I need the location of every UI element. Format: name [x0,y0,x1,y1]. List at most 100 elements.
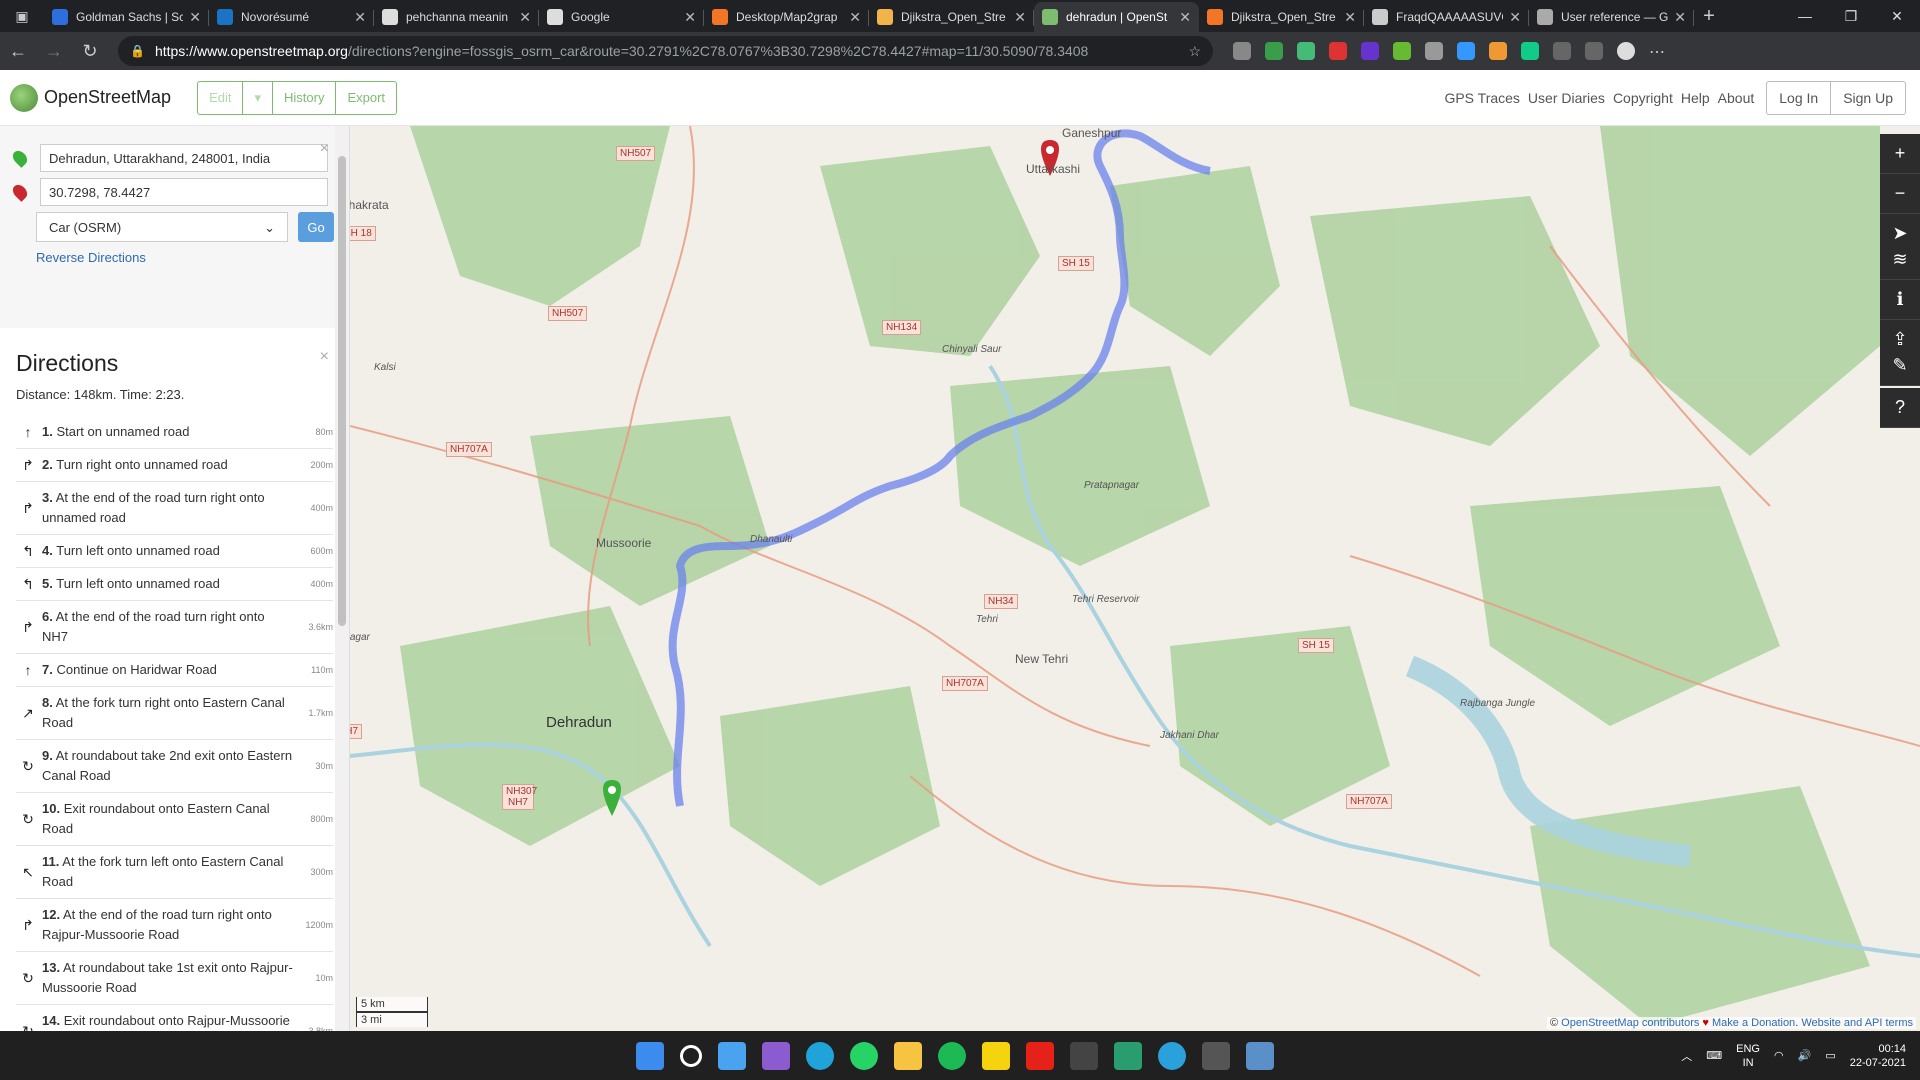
about-link[interactable]: About [1718,90,1755,106]
github-icon[interactable] [1070,1041,1098,1070]
direction-step[interactable]: ↑ 7. Continue on Haridwar Road 110m [16,654,333,687]
close-tab-icon[interactable]: ✕ [354,9,366,26]
youtube-icon[interactable] [1026,1041,1054,1070]
direction-step[interactable]: ↱ 12. At the end of the road turn right o… [16,899,333,952]
from-input[interactable] [40,144,328,172]
query-features-button[interactable]: ? [1880,388,1920,428]
extension-icon[interactable] [1233,42,1251,60]
direction-step[interactable]: ↑ 1. Start on unnamed road 80m [16,416,333,449]
sidebar-scrollbar[interactable] [335,126,349,1031]
vscode-icon[interactable] [1114,1041,1142,1070]
osm-logo[interactable]: OpenStreetMap [10,83,171,112]
close-tab-icon[interactable]: ✕ [1344,9,1356,26]
direction-step[interactable]: ↱ 6. At the end of the road turn right on… [16,601,333,654]
browser-tab[interactable]: Djikstra_Open_Stre ✕ [1199,2,1364,32]
extension-icon[interactable] [1265,42,1283,60]
browser-tab[interactable]: FraqdQAAAAASUVO ✕ [1364,2,1529,32]
chevron-up-icon[interactable]: ︿ [1681,1048,1692,1064]
direction-step[interactable]: ↻ 14. Exit roundabout onto Rajpur-Mussoor… [16,1005,333,1031]
back-icon[interactable]: ← [0,35,36,67]
extension-icon[interactable] [1521,42,1539,60]
clock[interactable]: 00:14 22-07-2021 [1850,1042,1906,1070]
map-view[interactable]: Ganeshpur Uttarkashi Chakrata Mussoorie … [350,126,1920,1031]
scrollbar-thumb[interactable] [338,156,346,626]
extension-icon[interactable] [1457,42,1475,60]
browser-tab[interactable]: User reference — G ✕ [1529,2,1694,32]
donate-link[interactable]: Make a Donation [1712,1017,1795,1029]
keyboard-icon[interactable]: ⌨ [1706,1049,1722,1062]
extension-icon[interactable] [1361,42,1379,60]
tab-actions-icon[interactable]: ▣ [0,0,44,32]
direction-step[interactable]: ↻ 9. At roundabout take 2nd exit onto Eas… [16,740,333,793]
battery-icon[interactable]: ▭ [1825,1049,1835,1062]
direction-step[interactable]: ↱ 3. At the end of the road turn right on… [16,482,333,535]
extension-icon[interactable] [1393,42,1411,60]
close-tab-icon[interactable]: ✕ [1179,9,1191,26]
maximize-icon[interactable]: ❐ [1828,0,1874,32]
add-note-button[interactable]: ✎ [1880,346,1920,386]
spotify-icon[interactable] [938,1041,966,1070]
browser-tab[interactable]: pehchanna meanin ✕ [374,2,539,32]
collections-icon[interactable] [1585,42,1603,60]
direction-step[interactable]: ↰ 4. Turn left onto unnamed road 600m [16,535,333,568]
attribution-link[interactable]: OpenStreetMap contributors [1561,1017,1699,1029]
direction-step[interactable]: ↱ 2. Turn right onto unnamed road 200m [16,449,333,482]
close-tab-icon[interactable]: ✕ [189,9,201,26]
direction-step[interactable]: ↻ 10. Exit roundabout onto Eastern Canal … [16,793,333,846]
browser-tab[interactable]: Google ✕ [539,2,704,32]
direction-step[interactable]: ↻ 13. At roundabout take 1st exit onto Ra… [16,952,333,1005]
browser-tab[interactable]: dehradun | OpenSt ✕ [1034,2,1199,32]
volume-icon[interactable]: 🔊 [1798,1049,1812,1062]
reload-icon[interactable]: ↻ [72,35,108,67]
edit-dropdown-icon[interactable]: ▾ [243,81,274,114]
edit-button[interactable]: Edit [198,81,244,114]
close-tab-icon[interactable]: ✕ [684,9,696,26]
go-button[interactable]: Go [298,212,334,242]
zoom-in-button[interactable]: + [1880,134,1920,174]
more-menu-icon[interactable]: ⋯ [1649,42,1667,61]
extension-icon[interactable] [1489,42,1507,60]
close-window-icon[interactable]: ✕ [1874,0,1920,32]
extension-icon[interactable] [1297,42,1315,60]
export-button[interactable]: Export [336,82,396,114]
browser-tab[interactable]: Novorésumé ✕ [209,2,374,32]
gps-traces-link[interactable]: GPS Traces [1444,90,1519,106]
help-link[interactable]: Help [1681,90,1710,106]
vs-icon[interactable] [762,1041,790,1070]
minimize-icon[interactable]: — [1782,0,1828,32]
wifi-icon[interactable]: ◠ [1774,1049,1784,1062]
login-button[interactable]: Log In [1767,81,1832,114]
close-tab-icon[interactable]: ✕ [849,9,861,26]
photos-icon[interactable] [1246,1041,1274,1070]
file-explorer-icon[interactable] [894,1041,922,1070]
close-directions-icon[interactable]: × [320,348,329,366]
direction-step[interactable]: ↗ 8. At the fork turn right onto Eastern … [16,687,333,740]
favorite-star-icon[interactable]: ☆ [1188,43,1201,60]
zoom-out-button[interactable]: − [1880,174,1920,214]
close-form-icon[interactable]: × [320,140,329,158]
user-diaries-link[interactable]: User Diaries [1528,90,1605,106]
reverse-directions-link[interactable]: Reverse Directions [36,250,339,265]
language-indicator[interactable]: ENG IN [1736,1042,1760,1070]
map-key-button[interactable]: ℹ [1880,280,1920,320]
address-bar[interactable]: 🔒 https://www.openstreetmap.org /directi… [118,36,1213,66]
profile-avatar[interactable] [1617,42,1635,60]
routing-engine-select[interactable]: Car (OSRM) ⌄ [36,212,288,242]
start-icon[interactable] [636,1041,664,1070]
api-terms-link[interactable]: Website and API terms [1801,1017,1913,1029]
sticky-notes-icon[interactable] [982,1041,1010,1070]
close-tab-icon[interactable]: ✕ [1674,9,1686,26]
history-button[interactable]: History [273,81,337,114]
extension-icon[interactable] [1425,42,1443,60]
new-tab-button[interactable]: + [1694,2,1724,32]
edge-icon[interactable] [806,1041,834,1070]
search-icon[interactable] [680,1044,702,1067]
favorites-icon[interactable] [1553,42,1571,60]
forward-icon[interactable]: → [36,35,72,67]
telegram-icon[interactable] [1158,1041,1186,1070]
copyright-link[interactable]: Copyright [1613,90,1673,106]
browser-tab[interactable]: Djikstra_Open_Stre ✕ [869,2,1034,32]
close-tab-icon[interactable]: ✕ [519,9,531,26]
extension-icon[interactable] [1329,42,1347,60]
direction-step[interactable]: ↰ 5. Turn left onto unnamed road 400m [16,568,333,601]
